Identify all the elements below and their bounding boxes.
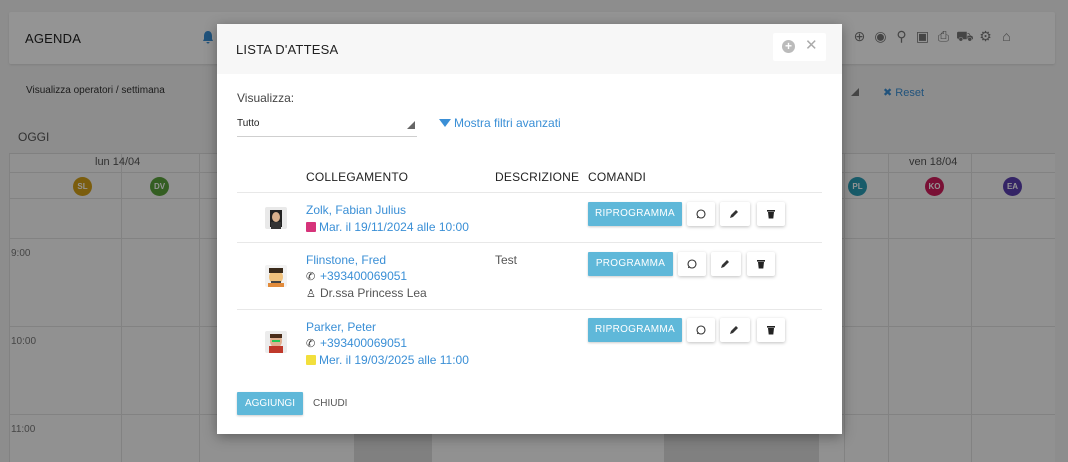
filter-icon — [439, 119, 451, 127]
whatsapp-icon — [696, 325, 706, 335]
advanced-filters-link[interactable]: Mostra filtri avanzati — [439, 116, 561, 130]
phone-link[interactable]: ✆ +393400069051 — [306, 336, 407, 350]
advanced-filters-label: Mostra filtri avanzati — [454, 116, 561, 130]
doctor-info: ♙ Dr.ssa Princess Lea — [306, 286, 427, 300]
whatsapp-icon — [687, 259, 697, 269]
user-doctor-icon: ♙ — [306, 288, 316, 300]
trash-icon — [767, 326, 775, 335]
schedule-button[interactable]: PROGRAMMA — [588, 252, 673, 276]
edit-button[interactable] — [720, 202, 750, 226]
phone-number: +393400069051 — [320, 269, 408, 283]
patient-avatar — [265, 207, 287, 229]
whatsapp-button[interactable] — [678, 252, 706, 276]
whatsapp-button[interactable] — [687, 202, 715, 226]
patient-name-link[interactable]: Zolk, Fabian Julius — [306, 203, 406, 217]
modal-header: LISTA D'ATTESA + ✕ — [217, 24, 842, 74]
delete-button[interactable] — [747, 252, 775, 276]
column-header-link: COLLEGAMENTO — [306, 170, 409, 184]
whatsapp-button[interactable] — [687, 318, 715, 342]
patient-name-link[interactable]: Flinstone, Fred — [306, 253, 386, 267]
calendar-icon — [306, 222, 316, 232]
appointment-text: Mer. il 19/03/2025 alle 11:00 — [319, 353, 469, 367]
phone-link[interactable]: ✆ +393400069051 — [306, 269, 407, 283]
delete-button[interactable] — [757, 202, 785, 226]
appointment-info[interactable]: Mer. il 19/03/2025 alle 11:00 — [306, 353, 469, 367]
column-header-description: DESCRIZIONE — [495, 170, 580, 184]
reschedule-button[interactable]: RIPROGRAMMA — [588, 202, 682, 226]
calendar-icon — [306, 355, 316, 365]
dropdown-caret-icon — [407, 121, 415, 129]
phone-icon: ✆ — [306, 338, 316, 350]
modal-header-actions: + ✕ — [773, 33, 826, 61]
pencil-icon — [730, 210, 738, 218]
add-circle-icon[interactable]: + — [782, 40, 795, 53]
waiting-list-modal: LISTA D'ATTESA + ✕ Visualizza: Tutto Mos… — [217, 24, 842, 434]
close-button[interactable]: CHIUDI — [313, 398, 347, 409]
appointment-text: Mar. il 19/11/2024 alle 10:00 — [319, 220, 469, 234]
filter-label: Visualizza: — [237, 91, 295, 105]
whatsapp-icon — [696, 209, 706, 219]
row-description: Test — [495, 253, 518, 267]
column-header-commands: COMANDI — [588, 170, 647, 184]
table-row: Flinstone, Fred ✆ +393400069051 ♙ Dr.ssa P… — [237, 243, 822, 309]
edit-button[interactable] — [711, 252, 741, 276]
trash-icon — [767, 210, 775, 219]
add-button[interactable]: AGGIUNGI — [237, 392, 303, 415]
pencil-icon — [730, 326, 738, 334]
phone-icon: ✆ — [306, 271, 316, 283]
trash-icon — [757, 260, 765, 269]
close-icon[interactable]: ✕ — [805, 37, 818, 55]
patient-avatar — [265, 331, 287, 353]
doctor-name: Dr.ssa Princess Lea — [320, 286, 427, 300]
filter-select-value: Tutto — [237, 118, 260, 129]
edit-button[interactable] — [720, 318, 750, 342]
phone-number: +393400069051 — [320, 336, 408, 350]
filter-select[interactable]: Tutto — [237, 114, 417, 137]
table-row: Zolk, Fabian Julius Mar. il 19/11/2024 a… — [237, 193, 822, 243]
appointment-info[interactable]: Mar. il 19/11/2024 alle 10:00 — [306, 220, 469, 234]
patient-avatar — [265, 265, 287, 287]
reschedule-button[interactable]: RIPROGRAMMA — [588, 318, 682, 342]
modal-title: LISTA D'ATTESA — [236, 42, 339, 57]
table-row: Parker, Peter ✆ +393400069051 Mer. il 19/… — [237, 310, 822, 376]
pencil-icon — [721, 260, 729, 268]
patient-name-link[interactable]: Parker, Peter — [306, 320, 376, 334]
delete-button[interactable] — [757, 318, 785, 342]
